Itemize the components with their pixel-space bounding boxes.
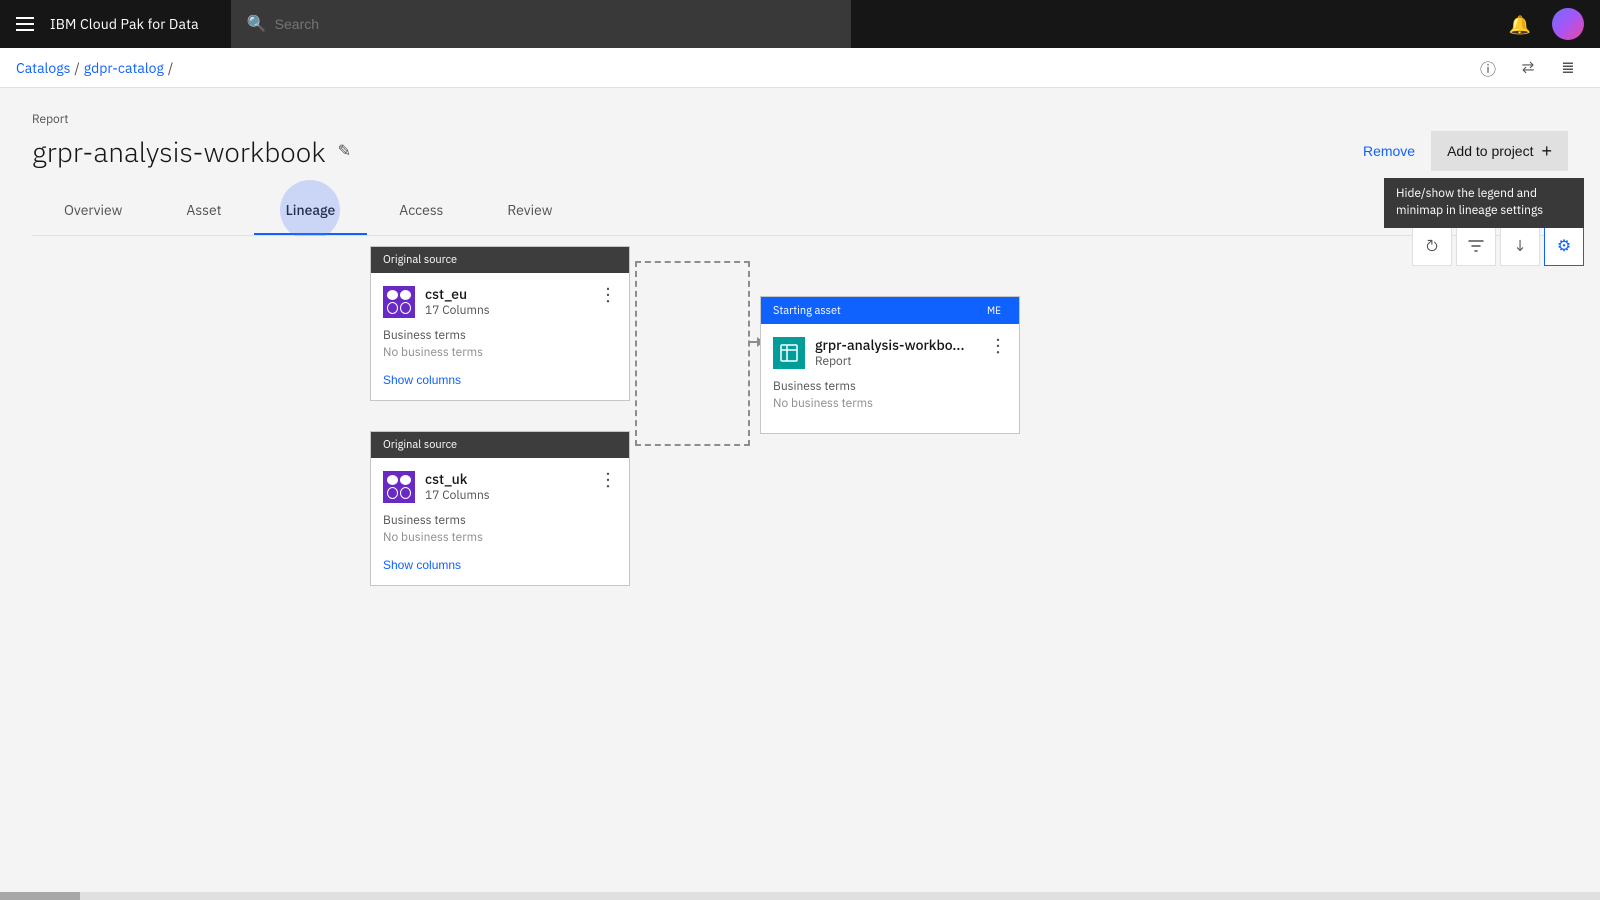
page-title: grpr-analysis-workbook: [32, 133, 326, 170]
tab-overview[interactable]: Overview: [32, 187, 154, 235]
source2-asset-info: cst_uk 17 Columns: [425, 470, 490, 503]
starting-body: grpr-analysis-workbo... Report ︙ Busines…: [761, 324, 1019, 433]
starting-biz-label: Business terms: [773, 379, 1007, 394]
tooltip-text: Hide/show the legend and minimap in line…: [1396, 186, 1543, 218]
page-title-row: grpr-analysis-workbook ✎ Remove Add to p…: [32, 131, 1568, 171]
topbar: IBM Cloud Pak for Data 🔍 🔔: [0, 0, 1600, 48]
avatar[interactable]: [1552, 8, 1584, 40]
breadcrumb-gdpr[interactable]: gdpr-catalog: [84, 59, 164, 77]
lineage-toolbar: ↻ ↓ ⚙: [1412, 226, 1584, 266]
dashed-connector: [635, 261, 750, 446]
starting-biz-value: No business terms: [773, 396, 1007, 411]
lineage-canvas: Original source cst_eu 17 Columns ︙ Busi…: [0, 236, 1600, 836]
breadcrumb-bar: Catalogs / gdpr-catalog / ⓘ ⇄ ≣: [0, 48, 1600, 88]
source2-header-label: Original source: [383, 438, 457, 452]
starting-badge: ME: [981, 303, 1007, 318]
search-icon: 🔍: [247, 14, 267, 34]
starting-asset-icon: [773, 337, 805, 369]
dot1: [387, 290, 398, 300]
source2-header: Original source: [371, 432, 629, 458]
source1-menu-button[interactable]: ︙: [599, 287, 617, 305]
search-bar[interactable]: 🔍: [231, 0, 851, 48]
source2-show-columns-button[interactable]: Show columns: [383, 558, 461, 572]
starting-asset-node: Starting asset ME grpr-analysis-workbo..…: [760, 296, 1020, 434]
edit-icon[interactable]: ✎: [338, 141, 351, 161]
settings-button[interactable]: ⚙: [1544, 226, 1584, 266]
starting-name: grpr-analysis-workbo...: [815, 336, 964, 354]
lineage-icon[interactable]: ⇄: [1512, 52, 1544, 84]
tooltip-box: Hide/show the legend and minimap in line…: [1384, 178, 1584, 228]
undo-button[interactable]: ↻: [1412, 226, 1452, 266]
breadcrumb-catalogs[interactable]: Catalogs: [16, 59, 70, 77]
dot3: [387, 487, 398, 499]
source1-asset-icon: [383, 286, 415, 318]
brand-name: IBM Cloud Pak for Data: [50, 15, 199, 33]
bottom-scrollbar[interactable]: [0, 892, 1600, 900]
search-input[interactable]: [275, 16, 835, 32]
plus-icon: +: [1541, 141, 1552, 162]
dot3: [387, 302, 398, 314]
grid-icon[interactable]: ≣: [1552, 52, 1584, 84]
source2-biz-value: No business terms: [383, 530, 617, 545]
dot1: [387, 475, 398, 485]
source2-biz-label: Business terms: [383, 513, 617, 528]
source2-asset-row: cst_uk 17 Columns ︙: [383, 470, 617, 503]
source-node-2: Original source cst_uk 17 Columns ︙ Busi…: [370, 431, 630, 586]
info-icon[interactable]: ⓘ: [1472, 52, 1504, 84]
source2-name: cst_uk: [425, 470, 490, 488]
topbar-right-actions: 🔔: [1496, 0, 1584, 48]
tab-asset[interactable]: Asset: [154, 187, 253, 235]
source1-header-label: Original source: [383, 253, 457, 267]
source1-show-columns-button[interactable]: Show columns: [383, 373, 461, 387]
filter-button[interactable]: [1456, 226, 1496, 266]
tab-review[interactable]: Review: [475, 187, 584, 235]
starting-menu-button[interactable]: ︙: [989, 338, 1007, 356]
tab-access[interactable]: Access: [367, 187, 475, 235]
breadcrumb-sep-2: /: [168, 59, 173, 77]
add-to-project-label: Add to project: [1447, 143, 1533, 159]
source1-biz-label: Business terms: [383, 328, 617, 343]
add-to-project-button[interactable]: Add to project +: [1431, 131, 1568, 171]
breadcrumb-right: ⓘ ⇄ ≣: [1472, 52, 1584, 84]
notification-icon[interactable]: 🔔: [1496, 0, 1544, 48]
source1-name: cst_eu: [425, 285, 490, 303]
source2-body: cst_uk 17 Columns ︙ Business terms No bu…: [371, 458, 629, 585]
source-node-1: Original source cst_eu 17 Columns ︙ Busi…: [370, 246, 630, 401]
page-content: Report grpr-analysis-workbook ✎ Remove A…: [0, 88, 1600, 236]
source2-menu-button[interactable]: ︙: [599, 472, 617, 490]
page-label: Report: [32, 112, 1568, 127]
starting-type: Report: [815, 354, 964, 369]
breadcrumb-sep-1: /: [74, 59, 79, 77]
scrollbar-thumb[interactable]: [0, 892, 80, 900]
tabs-bar: Overview Asset Lineage Access Review: [32, 187, 1568, 236]
starting-header-label: Starting asset: [773, 304, 841, 318]
source1-biz-value: No business terms: [383, 345, 617, 360]
page-title-actions: Remove Add to project +: [1363, 131, 1568, 171]
starting-asset-row: grpr-analysis-workbo... Report ︙: [773, 336, 1007, 369]
starting-header: Starting asset ME: [761, 297, 1019, 324]
dot4: [400, 487, 411, 499]
starting-asset-info: grpr-analysis-workbo... Report: [815, 336, 964, 369]
dot2: [400, 475, 411, 485]
download-button[interactable]: ↓: [1500, 226, 1540, 266]
dot2: [400, 290, 411, 300]
source2-columns: 17 Columns: [425, 488, 490, 503]
dot4: [400, 302, 411, 314]
source2-asset-icon: [383, 471, 415, 503]
source1-asset-info: cst_eu 17 Columns: [425, 285, 490, 318]
source1-header: Original source: [371, 247, 629, 273]
tab-lineage[interactable]: Lineage: [254, 187, 368, 235]
source1-asset-row: cst_eu 17 Columns ︙: [383, 285, 617, 318]
source1-columns: 17 Columns: [425, 303, 490, 318]
hamburger-menu-icon[interactable]: [16, 17, 34, 31]
source1-body: cst_eu 17 Columns ︙ Business terms No bu…: [371, 273, 629, 400]
remove-button[interactable]: Remove: [1363, 143, 1415, 159]
